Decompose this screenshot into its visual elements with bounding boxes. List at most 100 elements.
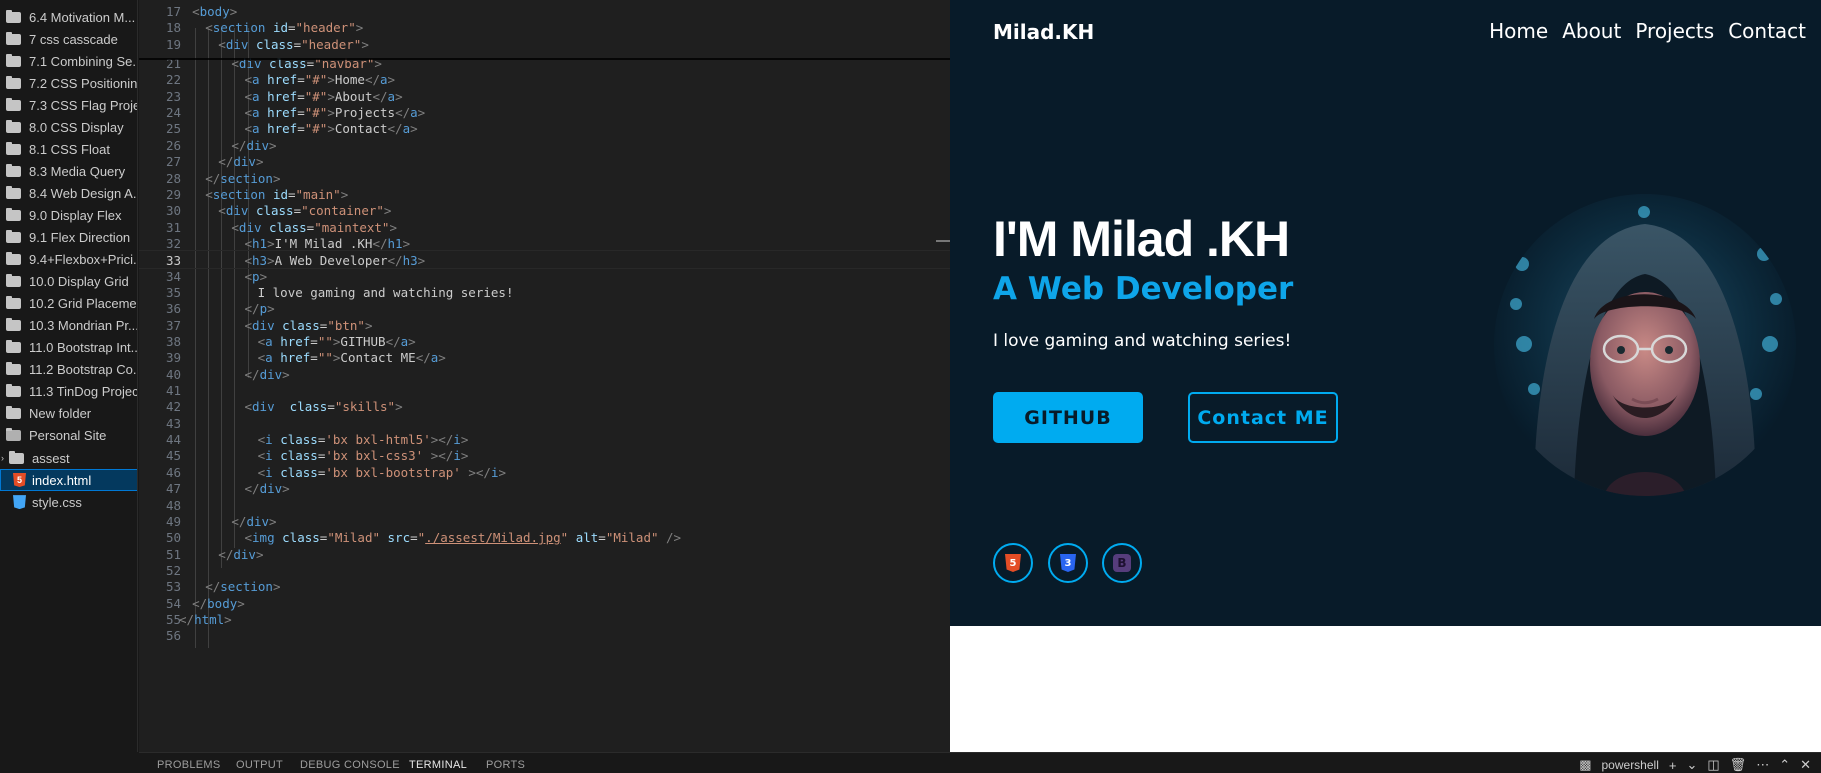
explorer-item[interactable]: 8.1 CSS Float	[0, 138, 137, 160]
code-token: =	[297, 121, 305, 137]
code-token: class	[269, 219, 307, 235]
code-token: div	[252, 317, 275, 333]
css3-glyph: 3	[1064, 557, 1072, 569]
tab-ports[interactable]: PORTS	[486, 759, 525, 771]
code-token: </	[385, 334, 401, 349]
folder-icon	[6, 230, 21, 243]
explorer-item[interactable]: 6.4 Motivation M...	[0, 6, 137, 28]
split-icon[interactable]: ◫	[1707, 757, 1719, 773]
skill-css3[interactable]: 3	[1048, 543, 1088, 583]
code-line[interactable]: 56	[139, 626, 950, 645]
explorer-item[interactable]: 7.1 Combining Se...	[0, 50, 137, 72]
code-token: ></	[430, 432, 454, 448]
explorer-item[interactable]: 10.3 Mondrian Pr...	[0, 315, 137, 337]
explorer-item-label: 8.4 Web Design A...	[29, 185, 138, 201]
code-token: 'bx bxl-css3'	[325, 448, 424, 464]
chevron-down-icon[interactable]: ⌄	[1686, 757, 1697, 773]
nav-projects-link[interactable]: Projects	[1635, 19, 1714, 43]
tab-terminal[interactable]: TERMINAL	[409, 759, 467, 771]
explorer-item[interactable]: 5 index.html	[0, 469, 137, 492]
code-token: <	[218, 36, 226, 52]
terminal-name[interactable]: powershell	[1602, 758, 1659, 772]
explorer-item[interactable]: New folder	[0, 403, 137, 425]
nav-about-link[interactable]: About	[1562, 19, 1621, 43]
code-token: </	[372, 235, 388, 251]
close-icon[interactable]: ✕	[1800, 757, 1811, 773]
code-token: >	[460, 448, 469, 464]
explorer-item[interactable]: 8.4 Web Design A...	[0, 182, 138, 204]
code-token: >	[438, 350, 446, 366]
code-token: html	[194, 611, 225, 627]
chevron-up-icon[interactable]: ⌃	[1779, 757, 1790, 773]
code-token: div	[252, 399, 275, 415]
explorer-item[interactable]: 7 css casscade	[0, 28, 137, 50]
code-token: >	[387, 72, 396, 88]
code-line[interactable]: 19 <div class="header">	[139, 35, 950, 54]
nav-home-link[interactable]: Home	[1489, 19, 1548, 43]
code-token: id	[272, 186, 288, 202]
file-explorer: 6.4 Motivation M... 7 css casscade 7.1 Com…	[0, 0, 138, 752]
more-icon[interactable]: ⋯	[1756, 757, 1769, 773]
code-token: </	[372, 88, 388, 104]
code-token: div	[259, 366, 283, 382]
explorer-item[interactable]: 7.2 CSS Positioning	[0, 72, 137, 94]
tab-problems[interactable]: PROBLEMS	[157, 759, 221, 771]
code-token: div	[238, 219, 262, 235]
folder-icon	[6, 53, 21, 67]
code-token: div	[225, 36, 249, 52]
folder-icon	[6, 296, 21, 310]
code-token: Contact	[334, 121, 388, 137]
skill-html5[interactable]: 5	[993, 543, 1033, 583]
site-logo[interactable]: Milad.KH	[993, 20, 1094, 44]
code-token: >	[395, 88, 403, 104]
html5-glyph: 5	[1009, 557, 1017, 569]
explorer-item[interactable]: 9.1 Flex Direction	[0, 227, 137, 249]
code-token: <	[192, 4, 200, 19]
explorer-item[interactable]: 10.0 Display Grid	[0, 271, 137, 293]
trash-icon[interactable]: 🗑	[1730, 757, 1747, 773]
code-token: >	[327, 121, 335, 137]
html5-icon: 5	[1005, 554, 1021, 572]
skill-bootstrap[interactable]: B	[1102, 543, 1142, 583]
code-token: a	[252, 72, 260, 88]
explorer-item[interactable]: › assest	[0, 447, 137, 469]
code-token: <	[244, 72, 253, 88]
code-token: "#"	[304, 121, 328, 137]
code-token: ></	[430, 448, 454, 464]
plus-icon[interactable]: +	[1669, 758, 1677, 773]
code-token: >	[389, 219, 397, 235]
github-button[interactable]: GITHUB	[993, 392, 1143, 443]
code-token: "maintext"	[314, 219, 390, 235]
explorer-item-label: 9.1 Flex Direction	[29, 230, 131, 245]
explorer-item[interactable]: 11.2 Bootstrap Co...	[0, 359, 137, 381]
code-token: a	[387, 88, 396, 104]
explorer-item[interactable]: 8.0 CSS Display	[0, 116, 137, 138]
code-text: <div class="header">	[218, 35, 369, 54]
code-token: </	[205, 170, 221, 186]
explorer-item[interactable]: 9.0 Display Flex	[0, 204, 137, 226]
scrollbar-thumb[interactable]	[936, 240, 950, 242]
explorer-item[interactable]: Personal Site	[0, 425, 137, 447]
explorer-item[interactable]: 9.4+Flexbox+Prici...	[0, 249, 137, 271]
code-token: =	[310, 350, 318, 366]
explorer-item-label: 11.0 Bootstrap Int...	[29, 340, 138, 356]
code-token: src	[387, 530, 411, 546]
contact-me-button[interactable]: Contact ME	[1188, 392, 1338, 443]
code-token: 'bx bxl-html5'	[325, 432, 431, 448]
chevron-right-icon[interactable]: ›	[1, 453, 9, 463]
code-token: =	[327, 399, 335, 415]
tab-debug-console[interactable]: DEBUG CONSOLE	[300, 759, 400, 771]
code-editor[interactable]: 17 <body> 18 <section id="header"> 19 <div cl…	[139, 0, 950, 752]
explorer-item[interactable]: 7.3 CSS Flag Project	[0, 94, 137, 116]
code-token: href	[267, 121, 298, 137]
explorer-item[interactable]: 8.3 Media Query	[0, 160, 137, 182]
explorer-item[interactable]: style.css	[0, 491, 137, 513]
code-token: >	[255, 546, 264, 562]
explorer-item[interactable]: 11.0 Bootstrap Int...	[0, 337, 138, 359]
tab-output[interactable]: OUTPUT	[236, 759, 283, 771]
code-token: =	[297, 72, 305, 88]
nav-contact-link[interactable]: Contact	[1728, 19, 1806, 43]
explorer-item[interactable]: 11.3 TinDog Project	[0, 381, 137, 403]
explorer-item[interactable]: 10.2 Grid Placeme...	[0, 293, 137, 315]
